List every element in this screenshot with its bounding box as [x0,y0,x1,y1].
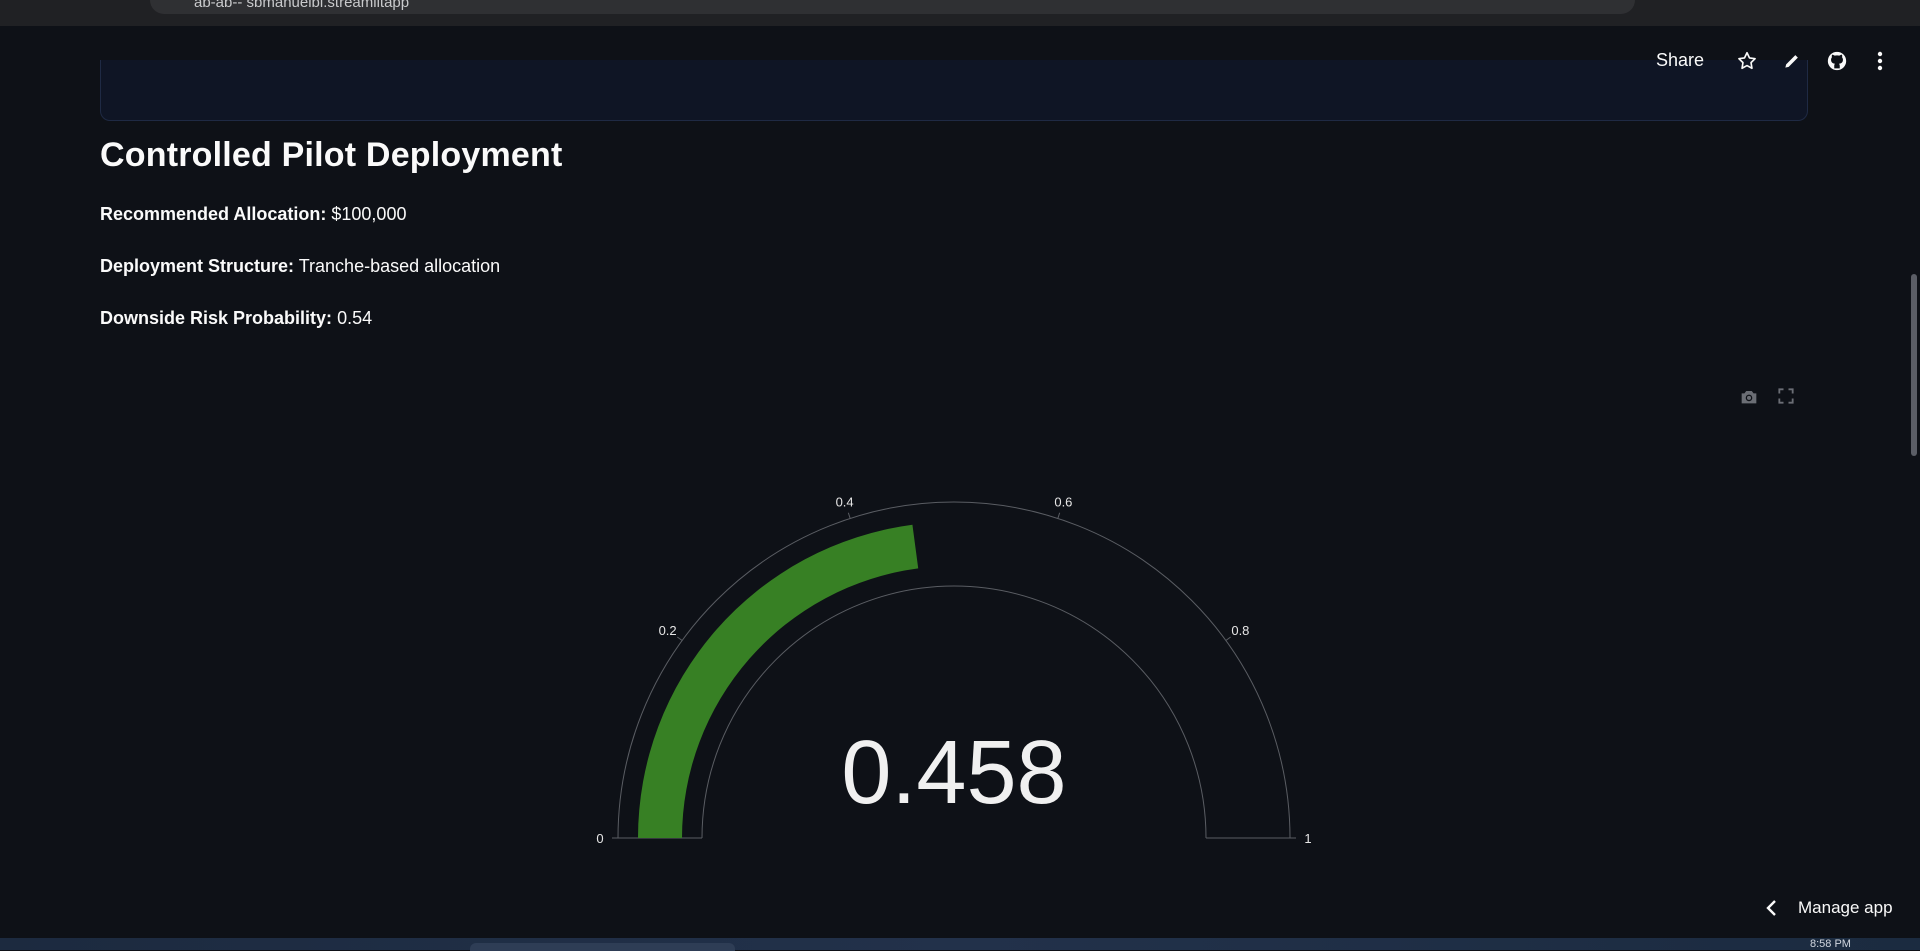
gauge-tick-label: 0 [596,831,603,846]
gauge-value-label: 0.458 [841,723,1066,823]
page-scrollbar[interactable] [1911,274,1917,456]
gauge-tick-label: 0.8 [1231,623,1249,638]
gauge-tick-mark [677,636,683,641]
manage-app-label: Manage app [1798,898,1893,917]
gauge-chart: 0 0.2 0.4 0.6 0.8 1 0.458 [596,494,1311,846]
gauge-tick-mark [1225,636,1231,641]
os-taskbar: 8:58 PM [0,938,1920,951]
gauge-tick-label: 0.4 [836,494,854,509]
gauge-tick-label: 1 [1304,831,1311,846]
gauge-tick-label: 0.6 [1054,494,1072,509]
gauge-tick-mark [847,512,851,519]
taskbar-clock: 8:58 PM [1810,938,1851,950]
manage-app-button[interactable]: Manage app [1760,896,1893,920]
chevron-left-icon [1766,900,1776,916]
gauge-tick-label: 0.2 [659,623,677,638]
gauge-tick-mark [1057,512,1061,519]
